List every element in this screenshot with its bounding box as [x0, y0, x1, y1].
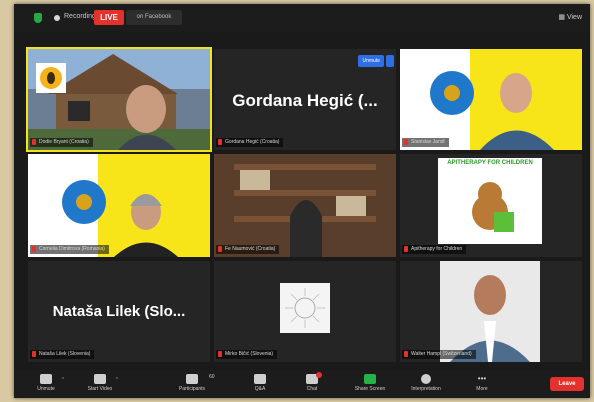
muted-mic-icon — [404, 245, 408, 252]
participant-name: Mirko Bičić (Slovenia) — [216, 350, 278, 359]
video-camera-icon — [94, 374, 106, 384]
participants-count: 60 — [209, 374, 215, 380]
more-label: More — [476, 386, 488, 392]
participant-tile[interactable]: APITHERAPY FOR CHILDREN Apitherapy for C… — [400, 154, 582, 257]
more-icon: ••• — [477, 374, 487, 383]
qa-icon — [254, 374, 266, 384]
participant-tile[interactable]: Fe Naumović (Croatia) — [214, 154, 396, 257]
participant-tile[interactable]: Walter Hampl (Switzerland) — [400, 261, 582, 362]
participant-name: Walter Hampl (Switzerland) — [402, 350, 476, 359]
participant-tile[interactable]: Nataša Lilek (Slo... Nataša Lilek (Slove… — [28, 261, 210, 362]
participant-name: Dodie Bryant (Croatia) — [30, 138, 93, 147]
chat-notification-badge — [316, 372, 322, 378]
top-bar: Recording LIVE on Facebook ▦ View — [14, 4, 590, 32]
share-screen-button[interactable]: Share Screen — [348, 374, 392, 392]
participant-name-label: Dodie Bryant (Croatia) — [39, 139, 89, 145]
participant-name-label: Walter Hampl (Switzerland) — [411, 351, 472, 357]
qa-label: Q&A — [254, 386, 266, 392]
apitherapy-logo-text: APITHERAPY FOR CHILDREN — [447, 160, 533, 166]
chevron-up-icon[interactable]: ^ — [62, 377, 64, 383]
chat-label: Chat — [306, 386, 318, 392]
participant-tile[interactable]: Unmute Gordana Hegić (... Gordana Hegić … — [214, 49, 396, 150]
video-feed — [214, 154, 396, 257]
participant-tile[interactable]: Stanislav Jandl — [400, 49, 582, 150]
interpretation-label: Interpretation — [411, 386, 441, 392]
leave-button[interactable]: Leave — [550, 377, 584, 391]
unmute-label: Unmute — [37, 386, 55, 392]
chat-button[interactable]: Chat — [290, 372, 334, 392]
unmute-button[interactable]: Unmute ^ — [24, 374, 68, 392]
muted-mic-icon — [218, 350, 222, 357]
participant-name-label: Fe Naumović (Croatia) — [225, 246, 276, 252]
muted-mic-icon — [218, 245, 222, 252]
live-badge: LIVE — [94, 10, 124, 25]
meeting-toolbar: Unmute ^ Start Video ^ Participants 60 Q&A… — [14, 370, 590, 398]
participant-name-label: Apitherapy for Children — [411, 246, 463, 252]
participant-display-name: Nataša Lilek (Slo... — [52, 303, 186, 320]
participant-tile[interactable]: Cornelia Dimitrova (Romania) — [28, 154, 210, 257]
ask-to-unmute-button[interactable]: Unmute — [358, 55, 384, 67]
muted-mic-icon — [404, 138, 408, 145]
globe-icon — [421, 374, 431, 384]
more-button[interactable]: ••• More — [460, 374, 504, 392]
sun-drawing-icon — [280, 283, 330, 333]
participant-name: Cornelia Dimitrova (Romania) — [30, 245, 109, 254]
participant-name-label: Gordana Hegić (Croatia) — [225, 139, 280, 145]
muted-mic-icon — [32, 138, 36, 145]
apitherapy-logo-icon — [438, 158, 542, 244]
participant-display-name: Gordana Hegić (... — [232, 91, 378, 110]
muted-mic-icon — [32, 245, 36, 252]
chevron-down-icon[interactable] — [386, 55, 394, 67]
live-on-facebook-dropdown[interactable]: on Facebook — [126, 10, 182, 25]
muted-mic-icon — [32, 350, 36, 357]
share-screen-label: Share Screen — [354, 386, 386, 392]
participant-name-label: Cornelia Dimitrova (Romania) — [39, 246, 105, 252]
participant-tile[interactable]: Dodie Bryant (Croatia) — [26, 47, 212, 152]
muted-mic-icon — [404, 350, 408, 357]
bee-logo-icon — [36, 63, 66, 93]
zoom-window: Recording LIVE on Facebook ▦ View Dodie … — [14, 4, 590, 398]
participant-name-label: Mirko Bičić (Slovenia) — [225, 351, 274, 357]
participants-button[interactable]: Participants — [170, 374, 214, 392]
participant-name: Fe Naumović (Croatia) — [216, 245, 280, 254]
participant-name-label: Stanislav Jandl — [411, 139, 445, 145]
interpretation-button[interactable]: Interpretation — [404, 374, 448, 392]
participant-name: Stanislav Jandl — [402, 138, 449, 147]
participant-name: Nataša Lilek (Slovenia) — [30, 350, 95, 359]
chevron-up-icon[interactable]: ^ — [116, 377, 118, 383]
share-screen-icon — [364, 374, 376, 384]
participant-name: Gordana Hegić (Croatia) — [216, 138, 284, 147]
video-feed — [28, 154, 178, 257]
qa-button[interactable]: Q&A — [238, 374, 282, 392]
video-feed — [400, 49, 554, 150]
participant-name-label: Nataša Lilek (Slovenia) — [39, 351, 91, 357]
participants-icon — [186, 374, 198, 384]
video-feed — [440, 261, 540, 362]
view-button[interactable]: ▦ View — [558, 13, 582, 21]
view-label: View — [566, 14, 582, 21]
microphone-icon — [40, 374, 52, 384]
participants-label: Participants — [178, 386, 206, 392]
recording-icon — [54, 15, 60, 21]
recording-label: Recording — [64, 13, 96, 20]
participant-tile[interactable]: Mirko Bičić (Slovenia) — [214, 261, 396, 362]
start-video-label: Start Video — [87, 386, 113, 392]
participant-name: Apitherapy for Children — [402, 245, 467, 254]
security-shield-icon[interactable] — [34, 13, 42, 23]
start-video-button[interactable]: Start Video ^ — [78, 374, 122, 392]
muted-mic-icon — [218, 138, 222, 145]
